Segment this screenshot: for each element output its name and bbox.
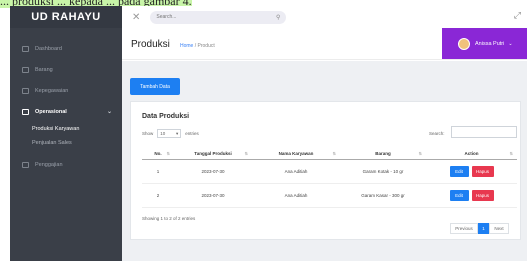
column-header-action[interactable]: Action ⇅ — [426, 149, 517, 160]
breadcrumb-current: Product — [197, 43, 215, 49]
delete-button[interactable]: Hapus — [471, 189, 494, 201]
show-label: Show — [142, 131, 154, 136]
breadcrumb-home-link[interactable]: Home — [180, 43, 193, 49]
cell-tanggal: 2023-07-30 — [174, 183, 252, 208]
sidebar-subitem-produksi-karyawan[interactable]: Produksi Karyawan — [10, 122, 122, 136]
pagination-next-button[interactable]: Next — [489, 223, 509, 234]
cell-action: Edit Hapus — [426, 183, 517, 208]
users-icon — [22, 87, 29, 94]
table-row: 1 2023-07-30 Ana Aditiah Garam Kotak - 1… — [142, 159, 517, 184]
sidebar-item-label: Dashboard — [35, 45, 62, 52]
page-title: Produksi — [131, 39, 170, 50]
column-header-barang[interactable]: Barang ⇅ — [340, 149, 426, 160]
column-header-no[interactable]: No. ⇅ — [142, 149, 174, 160]
sidebar-subitem-penjualan-sales[interactable]: Penjualan Sales — [10, 136, 122, 150]
chevron-down-icon: ▾ — [176, 130, 179, 136]
chevron-down-icon: ⌄ — [106, 109, 112, 115]
table-search-input[interactable] — [451, 126, 517, 138]
dashboard-icon — [22, 45, 29, 52]
sidebar-menu: Dashboard Barang Kepegawaian Operasional… — [10, 28, 122, 175]
sidebar-item-label: Kepegawaian — [35, 87, 69, 94]
close-icon[interactable]: ✕ — [132, 12, 140, 23]
search-input[interactable] — [156, 14, 267, 20]
cell-nama: Ana Aditiah — [252, 159, 340, 184]
cell-tanggal: 2023-07-30 — [174, 159, 252, 184]
column-header-tanggal[interactable]: Tanggal Produksi ⇅ — [174, 149, 252, 160]
cell-no: 1 — [142, 159, 174, 184]
entries-length-control: Show 10 ▾ entries — [142, 129, 199, 138]
pagination: Previous 1 Next — [450, 223, 509, 234]
delete-button[interactable]: Hapus — [471, 165, 494, 177]
sidebar-item-label: Operasional — [35, 108, 67, 115]
sort-icon: ⇅ — [244, 151, 248, 156]
cell-nama: Ana Aditiah — [252, 183, 340, 208]
edit-button[interactable]: Edit — [449, 165, 469, 177]
sidebar-submenu: Produksi Karyawan Penjualan Sales — [10, 122, 122, 154]
avatar — [458, 37, 470, 50]
table-search-label: Search: — [429, 131, 445, 136]
table-header-row: No. ⇅ Tanggal Produksi ⇅ Nama Karyawan ⇅ Ba… — [142, 149, 517, 160]
sort-icon: ⇅ — [332, 151, 336, 156]
sidebar-item-dashboard[interactable]: Dashboard — [10, 38, 122, 59]
search-icon[interactable]: ⚲ — [276, 14, 280, 21]
table-row: 2 2023-07-30 Ana Aditiah Garam Kasar - 3… — [142, 183, 517, 208]
pagination-page-button[interactable]: 1 — [478, 223, 489, 234]
page-header: Produksi Home / Product Anissa Putri ⌄ — [122, 28, 527, 60]
edit-button[interactable]: Edit — [449, 189, 469, 201]
sidebar-item-operasional[interactable]: Operasional ⌄ — [10, 101, 122, 122]
entries-select-value: 10 — [160, 131, 166, 136]
pagination-previous-button[interactable]: Previous — [450, 223, 478, 234]
cell-no: 2 — [142, 183, 174, 208]
sort-icon: ⇅ — [166, 151, 170, 156]
card-title: Data Produksi — [142, 113, 190, 120]
data-table: No. ⇅ Tanggal Produksi ⇅ Nama Karyawan ⇅ Ba… — [142, 149, 517, 208]
main-content: Tambah Data Data Produksi Show 10 ▾ entr… — [122, 61, 527, 261]
cell-action: Edit Hapus — [426, 159, 517, 184]
search-box: ⚲ — [150, 10, 287, 24]
cell-barang: Garam Kotak - 10 gr — [340, 159, 426, 184]
user-name: Anissa Putri — [475, 40, 505, 47]
sidebar: UD RAHAYU Dashboard Barang Kepegawaian O… — [10, 6, 122, 261]
chevron-down-icon: ⌄ — [508, 40, 513, 47]
topbar: ✕ ⚲ ⤢ — [122, 6, 527, 28]
fullscreen-icon[interactable]: ⤢ — [514, 10, 521, 21]
column-header-nama[interactable]: Nama Karyawan ⇅ — [252, 149, 340, 160]
sort-icon: ⇅ — [509, 151, 513, 156]
gear-icon — [22, 108, 29, 115]
add-data-button[interactable]: Tambah Data — [130, 78, 180, 95]
entries-label: entries — [185, 131, 199, 136]
sidebar-item-label: Penggajian — [35, 161, 63, 168]
data-card: Data Produksi Show 10 ▾ entries Search: … — [130, 101, 521, 240]
sidebar-item-kepegawaian[interactable]: Kepegawaian — [10, 80, 122, 101]
cell-barang: Garam Kasar - 300 gr — [340, 183, 426, 208]
sidebar-item-label: Barang — [35, 66, 53, 73]
table-info-text: Showing 1 to 2 of 2 entries — [142, 216, 196, 221]
user-menu[interactable]: Anissa Putri ⌄ — [442, 28, 527, 59]
sidebar-item-penggajian[interactable]: Penggajian — [10, 154, 122, 175]
brand-logo: UD RAHAYU — [10, 6, 122, 28]
breadcrumb-separator: / — [194, 43, 197, 49]
breadcrumb: Home / Product — [180, 43, 215, 49]
entries-select[interactable]: 10 ▾ — [157, 129, 182, 138]
sort-icon: ⇅ — [418, 151, 422, 156]
sidebar-item-barang[interactable]: Barang — [10, 59, 122, 80]
wallet-icon — [22, 161, 29, 168]
box-icon — [22, 66, 29, 73]
